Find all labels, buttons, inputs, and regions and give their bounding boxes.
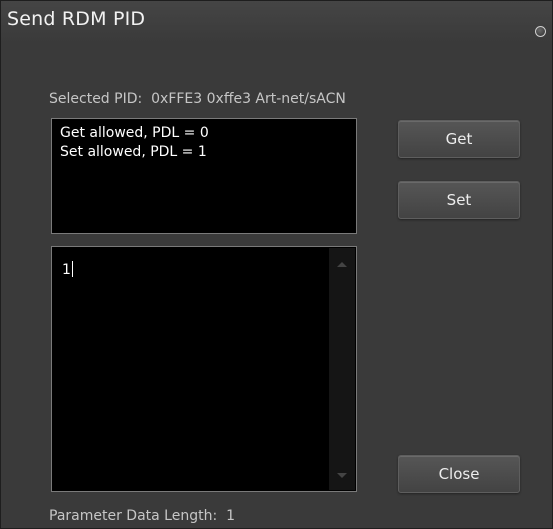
window-title: Send RDM PID bbox=[7, 8, 146, 30]
set-button[interactable]: Set bbox=[398, 181, 520, 219]
selected-pid-label: Selected PID: bbox=[49, 91, 143, 107]
text-caret bbox=[71, 261, 73, 277]
selected-pid-value: 0xFFE3 0xffe3 Art-net/sACN bbox=[151, 91, 346, 107]
vertical-scrollbar[interactable] bbox=[329, 248, 355, 490]
parameter-data-input[interactable]: 1 bbox=[51, 246, 357, 492]
info-line-get: Get allowed, PDL = 0 bbox=[60, 125, 209, 141]
title-bar[interactable]: Send RDM PID bbox=[1, 1, 552, 43]
scroll-up-arrow-icon[interactable] bbox=[337, 262, 347, 267]
pid-info-box: Get allowed, PDL = 0 Set allowed, PDL = … bbox=[51, 118, 357, 234]
close-button[interactable]: Close bbox=[398, 455, 520, 493]
info-line-set: Set allowed, PDL = 1 bbox=[60, 144, 207, 160]
parameter-data-length-value: 1 bbox=[226, 508, 235, 524]
parameter-data-length-row: Parameter Data Length: 1 bbox=[49, 508, 235, 524]
get-button[interactable]: Get bbox=[398, 120, 520, 158]
send-rdm-pid-dialog: Send RDM PID Selected PID: 0xFFE3 0xffe3… bbox=[0, 0, 553, 529]
scroll-down-arrow-icon[interactable] bbox=[337, 473, 347, 478]
parameter-data-length-label: Parameter Data Length: bbox=[49, 508, 218, 524]
parameter-data-text[interactable]: 1 bbox=[62, 261, 73, 278]
selected-pid-row: Selected PID: 0xFFE3 0xffe3 Art-net/sACN bbox=[49, 91, 346, 107]
close-icon[interactable] bbox=[535, 26, 546, 37]
parameter-data-value: 1 bbox=[62, 262, 71, 278]
